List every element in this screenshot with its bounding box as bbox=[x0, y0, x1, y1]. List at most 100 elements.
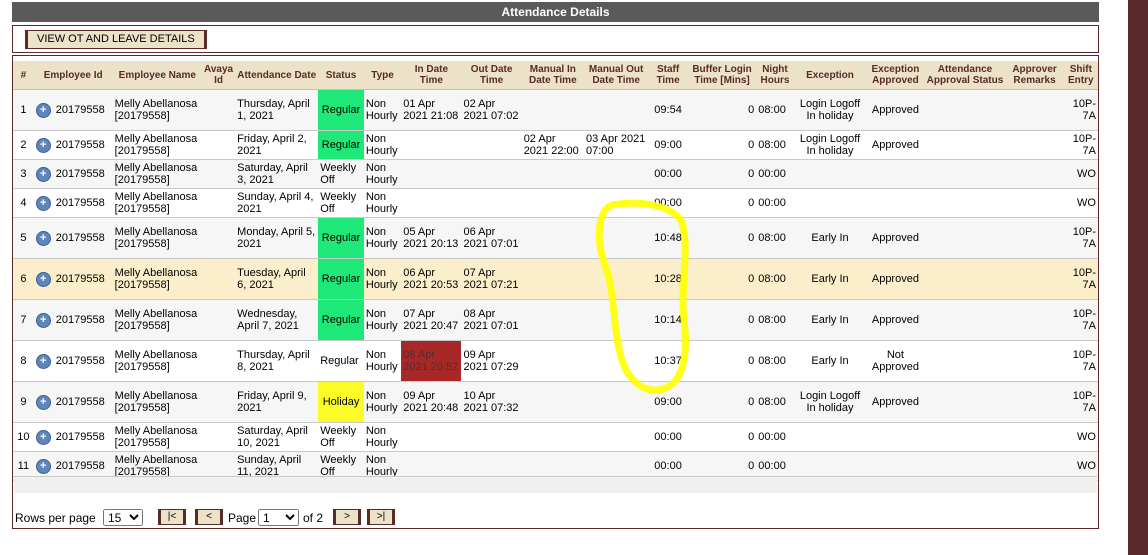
col-shift-entry-header[interactable]: Shift Entry bbox=[1063, 61, 1098, 90]
col-attendance-date-header[interactable]: Attendance Date bbox=[235, 61, 319, 90]
num-cell: 5 bbox=[13, 217, 34, 259]
approval-status-cell bbox=[924, 299, 1006, 341]
employee-id-cell: +20179558 bbox=[33, 422, 113, 452]
col-buffer-login-header[interactable]: Buffer Login Time [Mins] bbox=[687, 61, 757, 90]
buffer-login-cell: 0 bbox=[687, 340, 757, 382]
view-ot-leave-button[interactable]: VIEW OT AND LEAVE DETAILS bbox=[25, 30, 207, 49]
plus-circle-icon[interactable]: + bbox=[35, 137, 51, 153]
table-row[interactable]: 1 +20179558 Melly Abellanosa [20179558] Thu… bbox=[13, 89, 1098, 131]
table-row[interactable]: 7 +20179558 Melly Abellanosa [20179558] Wed… bbox=[13, 299, 1098, 341]
col-approver-remarks-header[interactable]: Approver Remarks bbox=[1005, 61, 1064, 90]
col-staff-time-header[interactable]: Staff Time bbox=[648, 61, 688, 90]
col-out-date-time-header[interactable]: Out Date Time bbox=[461, 61, 522, 90]
plus-circle-icon[interactable]: + bbox=[35, 102, 51, 118]
attendance-date-cell: Monday, April 5, 2021 bbox=[235, 217, 319, 259]
table-row[interactable]: 2 +20179558 Melly Abellanosa [20179558] Fri… bbox=[13, 130, 1098, 160]
attendance-table: # Employee Id Employee Name Avaya Id Attenda… bbox=[13, 61, 1098, 481]
exception-cell: Login Logoff In holiday bbox=[793, 89, 867, 131]
avaya-id-cell bbox=[201, 258, 236, 300]
night-hours-cell: 08:00 bbox=[756, 381, 794, 423]
col-employee-id-header[interactable]: Employee Id bbox=[33, 61, 113, 90]
staff-time-cell: 10:37 bbox=[648, 340, 688, 382]
manual-out-cell bbox=[583, 217, 649, 259]
manual-out-cell bbox=[583, 258, 649, 300]
in-date-time-cell: 07 Apr 2021 20:47 bbox=[401, 299, 462, 341]
out-date-time-cell: 08 Apr 2021 07:01 bbox=[461, 299, 522, 341]
plus-circle-icon[interactable]: + bbox=[35, 394, 51, 410]
in-date-time-cell: 08 Apr 2021 20:52 bbox=[401, 340, 462, 382]
attendance-date-cell: Saturday, April 10, 2021 bbox=[235, 422, 319, 452]
type-cell: Non Hourly bbox=[363, 258, 402, 300]
employee-name-cell: Melly Abellanosa [20179558] bbox=[112, 159, 202, 189]
table-row[interactable]: 3 +20179558 Melly Abellanosa [20179558] Sat… bbox=[13, 159, 1098, 189]
type-cell: Non Hourly bbox=[363, 130, 402, 160]
table-row[interactable]: 5 +20179558 Melly Abellanosa [20179558] Mon… bbox=[13, 217, 1098, 259]
first-page-button[interactable]: |< bbox=[158, 509, 186, 525]
plus-circle-icon[interactable]: + bbox=[35, 353, 51, 369]
plus-circle-icon[interactable]: + bbox=[35, 230, 51, 246]
col-approval-status-header[interactable]: Attendance Approval Status bbox=[924, 61, 1006, 90]
employee-id-text: 20179558 bbox=[55, 138, 105, 151]
type-cell: Non Hourly bbox=[363, 188, 402, 218]
exception-approved-cell bbox=[866, 159, 925, 189]
attendance-date-cell: Saturday, April 3, 2021 bbox=[235, 159, 319, 189]
employee-id-text: 20179558 bbox=[55, 196, 105, 209]
col-manual-in-header[interactable]: Manual In Date Time bbox=[521, 61, 584, 90]
manual-in-cell bbox=[521, 217, 584, 259]
type-cell: Non Hourly bbox=[363, 340, 402, 382]
exception-cell: Early In bbox=[793, 217, 867, 259]
col-type-header[interactable]: Type bbox=[363, 61, 402, 90]
plus-circle-icon[interactable]: + bbox=[35, 458, 51, 474]
col-manual-out-header[interactable]: Manual Out Date Time bbox=[583, 61, 649, 90]
plus-circle-icon[interactable]: + bbox=[35, 166, 51, 182]
table-row[interactable]: 10 +20179558 Melly Abellanosa [20179558] Sa… bbox=[13, 422, 1098, 452]
plus-circle-icon[interactable]: + bbox=[35, 271, 51, 287]
night-hours-cell: 08:00 bbox=[756, 130, 794, 160]
manual-out-cell: 03 Apr 2021 07:00 bbox=[583, 130, 649, 160]
col-exception-header[interactable]: Exception bbox=[793, 61, 867, 90]
page-select[interactable]: 1 bbox=[258, 509, 299, 526]
page-count-label: of 2 bbox=[303, 511, 324, 525]
buffer-login-cell: 0 bbox=[687, 89, 757, 131]
last-page-button[interactable]: >| bbox=[367, 509, 395, 525]
col-avaya-id-header[interactable]: Avaya Id bbox=[201, 61, 236, 90]
col-exception-approved-header[interactable]: Exception Approved bbox=[866, 61, 925, 90]
table-row[interactable]: 8 +20179558 Melly Abellanosa [20179558] Thu… bbox=[13, 340, 1098, 382]
table-row[interactable]: 4 +20179558 Melly Abellanosa [20179558] Sun… bbox=[13, 188, 1098, 218]
exception-cell bbox=[793, 422, 867, 452]
employee-name-cell: Melly Abellanosa [20179558] bbox=[112, 89, 202, 131]
approval-status-cell bbox=[924, 422, 1006, 452]
table-row[interactable]: 9 +20179558 Melly Abellanosa [20179558] Fri… bbox=[13, 381, 1098, 423]
approver-remarks-cell bbox=[1005, 340, 1064, 382]
exception-approved-cell: Approved bbox=[866, 89, 925, 131]
out-date-time-cell: 06 Apr 2021 07:01 bbox=[461, 217, 522, 259]
status-cell: Weekly Off bbox=[318, 188, 364, 218]
in-date-time-cell bbox=[401, 130, 462, 160]
table-row[interactable]: 6 +20179558 Melly Abellanosa [20179558] Tue… bbox=[13, 258, 1098, 300]
buffer-login-cell: 0 bbox=[687, 217, 757, 259]
col-employee-name-header[interactable]: Employee Name bbox=[112, 61, 202, 90]
manual-in-cell bbox=[521, 159, 584, 189]
col-night-hours-header[interactable]: Night Hours bbox=[756, 61, 794, 90]
manual-out-cell bbox=[583, 422, 649, 452]
employee-name-cell: Melly Abellanosa [20179558] bbox=[112, 299, 202, 341]
exception-cell: Early In bbox=[793, 299, 867, 341]
col-in-date-time-header[interactable]: In Date Time bbox=[401, 61, 462, 90]
plus-circle-icon[interactable]: + bbox=[35, 429, 51, 445]
exception-cell: Early In bbox=[793, 258, 867, 300]
exception-cell bbox=[793, 188, 867, 218]
manual-in-cell bbox=[521, 89, 584, 131]
col-status-header[interactable]: Status bbox=[318, 61, 364, 90]
next-page-button[interactable]: > bbox=[333, 509, 361, 525]
employee-name-cell: Melly Abellanosa [20179558] bbox=[112, 217, 202, 259]
approval-status-cell bbox=[924, 159, 1006, 189]
col-num-header[interactable]: # bbox=[13, 61, 34, 90]
prev-page-button[interactable]: < bbox=[195, 509, 223, 525]
rows-per-page-select[interactable]: 15 bbox=[103, 509, 143, 526]
plus-circle-icon[interactable]: + bbox=[35, 195, 51, 211]
shift-entry-cell: WO bbox=[1063, 188, 1098, 218]
approval-status-cell bbox=[924, 89, 1006, 131]
type-cell: Non Hourly bbox=[363, 381, 402, 423]
avaya-id-cell bbox=[201, 381, 236, 423]
plus-circle-icon[interactable]: + bbox=[35, 312, 51, 328]
